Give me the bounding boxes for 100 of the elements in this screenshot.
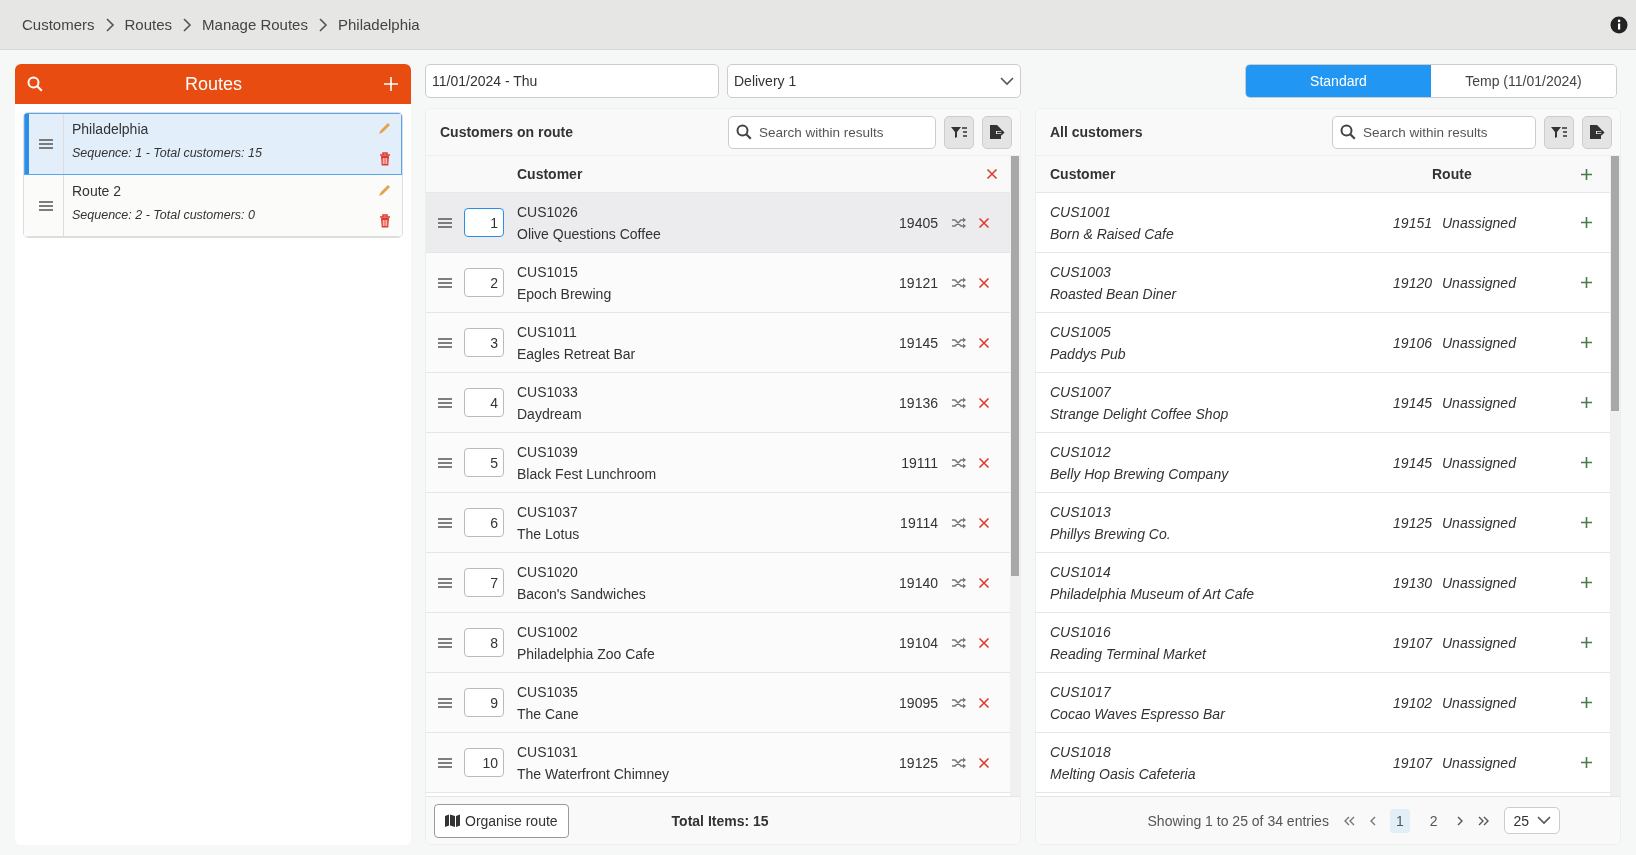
- breadcrumb-link[interactable]: Customers: [22, 16, 95, 33]
- date-field[interactable]: 11/01/2024 - Thu: [425, 64, 719, 98]
- sequence-input[interactable]: 9: [464, 688, 504, 717]
- table-row[interactable]: 2 CUS1015 Epoch Brewing 19121: [426, 253, 1010, 313]
- shuffle-icon[interactable]: [952, 696, 966, 709]
- plus-icon[interactable]: [1580, 516, 1593, 529]
- double-chevron-right-icon[interactable]: [1478, 815, 1491, 826]
- close-icon[interactable]: [978, 456, 990, 469]
- table-row[interactable]: 8 CUS1002 Philadelphia Zoo Cafe 19104: [426, 613, 1010, 673]
- drag-handle-icon[interactable]: [437, 276, 453, 289]
- zip-code: 19125: [898, 754, 939, 771]
- drag-handle-icon[interactable]: [437, 396, 453, 409]
- route-item[interactable]: Philadelphia Sequence: 1 - Total customers: 15: [24, 113, 402, 175]
- plus-icon[interactable]: [1580, 396, 1593, 409]
- route-name: Unassigned: [1442, 274, 1518, 291]
- close-icon[interactable]: [978, 336, 990, 349]
- plus-icon[interactable]: [1580, 456, 1593, 469]
- sequence-input[interactable]: 2: [464, 268, 504, 297]
- filter-button[interactable]: [944, 115, 974, 149]
- scrollbar[interactable]: [1010, 156, 1020, 796]
- sequence-input[interactable]: 4: [464, 388, 504, 417]
- drag-handle-icon[interactable]: [437, 696, 453, 709]
- export-button[interactable]: [982, 115, 1012, 149]
- shuffle-icon[interactable]: [952, 396, 966, 409]
- search-field[interactable]: Search within results: [728, 115, 936, 149]
- plus-icon[interactable]: [1580, 696, 1593, 709]
- scrollbar[interactable]: [1610, 156, 1620, 796]
- search-field[interactable]: Search within results: [1332, 115, 1536, 149]
- breadcrumb-link[interactable]: Philadelphia: [337, 16, 420, 33]
- table-row[interactable]: 3 CUS1011 Eagles Retreat Bar 19145: [426, 313, 1010, 373]
- table-row[interactable]: 1 CUS1026 Olive Questions Coffee 19405: [426, 193, 1010, 253]
- export-button[interactable]: [1582, 115, 1612, 149]
- table-row[interactable]: 6 CUS1037 The Lotus 19114: [426, 493, 1010, 553]
- column-header: Customer: [1050, 166, 1117, 182]
- route-item[interactable]: Route 2 Sequence: 2 - Total customers: 0: [24, 175, 402, 237]
- drag-handle-icon[interactable]: [437, 216, 453, 229]
- table-row[interactable]: 10 CUS1031 The Waterfront Chimney 19125: [426, 733, 1010, 793]
- page-button[interactable]: 1: [1389, 808, 1410, 833]
- chevron-right-icon[interactable]: [1457, 815, 1465, 826]
- plus-icon[interactable]: [1580, 576, 1593, 589]
- plus-icon[interactable]: [1580, 276, 1593, 289]
- close-icon[interactable]: [978, 276, 990, 289]
- chevron-left-icon[interactable]: [1368, 815, 1376, 826]
- close-icon[interactable]: [978, 576, 990, 589]
- page-button[interactable]: 2: [1423, 808, 1444, 833]
- table-row[interactable]: 4 CUS1033 Daydream 19136: [426, 373, 1010, 433]
- close-icon[interactable]: [986, 168, 998, 180]
- filter-button[interactable]: [1544, 115, 1574, 149]
- customer-name: Bacon's Sandwiches: [517, 585, 647, 602]
- sequence-input[interactable]: 10: [464, 748, 504, 777]
- organise-route-button[interactable]: Organise route: [434, 803, 569, 838]
- sequence-input[interactable]: 5: [464, 448, 504, 477]
- sequence-input[interactable]: 7: [464, 568, 504, 597]
- shuffle-icon[interactable]: [952, 276, 966, 289]
- table-row[interactable]: 9 CUS1035 The Cane 19095: [426, 673, 1010, 733]
- breadcrumb-link[interactable]: Manage Routes: [202, 16, 308, 33]
- table-row[interactable]: 7 CUS1020 Bacon's Sandwiches 19140: [426, 553, 1010, 613]
- close-icon[interactable]: [978, 636, 990, 649]
- plus-icon[interactable]: [1580, 636, 1593, 649]
- sequence-input[interactable]: 1: [464, 208, 504, 237]
- shuffle-icon[interactable]: [952, 456, 966, 469]
- double-chevron-left-icon[interactable]: [1342, 815, 1355, 826]
- tab[interactable]: Temp (11/01/2024): [1431, 65, 1616, 97]
- page-size-dropdown[interactable]: 25: [1504, 807, 1561, 834]
- trash-icon[interactable]: [379, 152, 391, 166]
- plus-icon[interactable]: [1580, 216, 1593, 229]
- drag-handle-icon[interactable]: [437, 456, 453, 469]
- plus-icon[interactable]: [1580, 167, 1593, 181]
- shuffle-icon[interactable]: [952, 216, 966, 229]
- drag-handle-icon[interactable]: [38, 137, 54, 150]
- close-icon[interactable]: [978, 216, 990, 229]
- trash-icon[interactable]: [379, 214, 391, 228]
- drag-handle-icon[interactable]: [437, 516, 453, 529]
- drag-handle-icon[interactable]: [437, 336, 453, 349]
- sequence-input[interactable]: 3: [464, 328, 504, 357]
- plus-icon[interactable]: [1580, 756, 1593, 769]
- shuffle-icon[interactable]: [952, 516, 966, 529]
- close-icon[interactable]: [978, 756, 990, 769]
- shuffle-icon[interactable]: [952, 576, 966, 589]
- search-button[interactable]: [27, 75, 44, 93]
- close-icon[interactable]: [978, 516, 990, 529]
- shuffle-icon[interactable]: [952, 336, 966, 349]
- plus-icon[interactable]: [1580, 336, 1593, 349]
- drag-handle-icon[interactable]: [38, 199, 54, 212]
- delivery-dropdown[interactable]: Delivery 1: [727, 64, 1021, 98]
- drag-handle-icon[interactable]: [437, 576, 453, 589]
- sequence-input[interactable]: 8: [464, 628, 504, 657]
- panel-title: Routes: [183, 73, 243, 95]
- shuffle-icon[interactable]: [952, 756, 966, 769]
- sequence-input[interactable]: 6: [464, 508, 504, 537]
- table-row[interactable]: 5 CUS1039 Black Fest Lunchroom 19111: [426, 433, 1010, 493]
- breadcrumb-link[interactable]: Routes: [124, 16, 173, 33]
- add-route-button[interactable]: [383, 76, 399, 92]
- drag-handle-icon[interactable]: [437, 756, 453, 769]
- shuffle-icon[interactable]: [952, 636, 966, 649]
- close-icon[interactable]: [978, 696, 990, 709]
- close-icon[interactable]: [978, 396, 990, 409]
- customer-code: CUS1011: [517, 323, 578, 340]
- customer-code: CUS1012: [1050, 443, 1112, 460]
- drag-handle-icon[interactable]: [437, 636, 453, 649]
